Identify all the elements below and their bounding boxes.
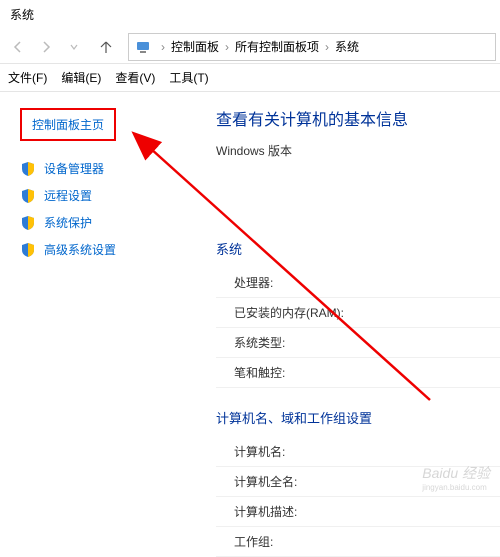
shield-icon — [20, 188, 36, 204]
navigation-bar: › 控制面板 › 所有控制面板项 › 系统 — [0, 30, 500, 64]
window-titlebar: 系统 — [0, 0, 500, 30]
shield-icon — [20, 161, 36, 177]
menu-edit[interactable]: 编辑(E) — [61, 69, 101, 86]
breadcrumb-item-0[interactable]: 控制面板 — [171, 38, 219, 55]
name-section-title: 计算机名、域和工作组设置 — [216, 408, 500, 427]
watermark: Baidu 经验 jingyan.baidu.com — [422, 463, 490, 492]
sidebar-item-label: 高级系统设置 — [44, 241, 116, 258]
sidebar: 控制面板主页 设备管理器 远程设置 系统保护 高级系统设置 — [0, 92, 200, 500]
breadcrumb-sep: › — [325, 40, 329, 54]
field-systype: 系统类型: — [216, 328, 500, 358]
shield-icon — [20, 242, 36, 258]
sidebar-item-label: 设备管理器 — [44, 160, 104, 177]
win-edition-label: Windows 版本 — [216, 142, 500, 159]
menubar: 文件(F) 编辑(E) 查看(V) 工具(T) — [0, 64, 500, 92]
sidebar-item-label: 远程设置 — [44, 187, 92, 204]
menu-file[interactable]: 文件(F) — [8, 69, 47, 86]
watermark-main: Baidu 经验 — [422, 465, 490, 481]
arrow-left-icon — [10, 39, 26, 55]
system-section-title: 系统 — [216, 239, 500, 258]
arrow-up-icon — [98, 39, 114, 55]
sidebar-item-protection[interactable]: 系统保护 — [20, 209, 200, 236]
breadcrumb-sep: › — [161, 40, 165, 54]
computer-icon — [135, 39, 151, 55]
breadcrumb[interactable]: › 控制面板 › 所有控制面板项 › 系统 — [128, 33, 496, 61]
nav-up-button[interactable] — [92, 35, 120, 59]
nav-forward-button[interactable] — [32, 35, 60, 59]
sidebar-item-label: 系统保护 — [44, 214, 92, 231]
page-heading: 查看有关计算机的基本信息 — [216, 106, 500, 130]
breadcrumb-sep: › — [225, 40, 229, 54]
menu-view[interactable]: 查看(V) — [115, 69, 155, 86]
field-ram: 已安装的内存(RAM): — [216, 298, 500, 328]
watermark-sub: jingyan.baidu.com — [422, 483, 490, 492]
arrow-right-icon — [38, 39, 54, 55]
field-workgroup: 工作组: — [216, 527, 500, 557]
shield-icon — [20, 215, 36, 231]
breadcrumb-item-2[interactable]: 系统 — [335, 38, 359, 55]
content-area: 控制面板主页 设备管理器 远程设置 系统保护 高级系统设置 查看有关计算机的基本… — [0, 92, 500, 500]
sidebar-item-advanced[interactable]: 高级系统设置 — [20, 236, 200, 263]
breadcrumb-item-1[interactable]: 所有控制面板项 — [235, 38, 319, 55]
field-processor: 处理器: — [216, 268, 500, 298]
menu-tools[interactable]: 工具(T) — [169, 69, 208, 86]
window-title: 系统 — [10, 8, 34, 22]
sidebar-home-link[interactable]: 控制面板主页 — [20, 108, 116, 141]
nav-history-dropdown[interactable] — [60, 35, 88, 59]
sidebar-list: 设备管理器 远程设置 系统保护 高级系统设置 — [20, 155, 200, 263]
field-pentouch: 笔和触控: — [216, 358, 500, 388]
sidebar-item-device-manager[interactable]: 设备管理器 — [20, 155, 200, 182]
field-desc: 计算机描述: — [216, 497, 500, 527]
sidebar-item-remote[interactable]: 远程设置 — [20, 182, 200, 209]
nav-back-button[interactable] — [4, 35, 32, 59]
chevron-down-icon — [69, 42, 79, 52]
main-panel: 查看有关计算机的基本信息 Windows 版本 系统 处理器: 已安装的内存(R… — [200, 92, 500, 500]
